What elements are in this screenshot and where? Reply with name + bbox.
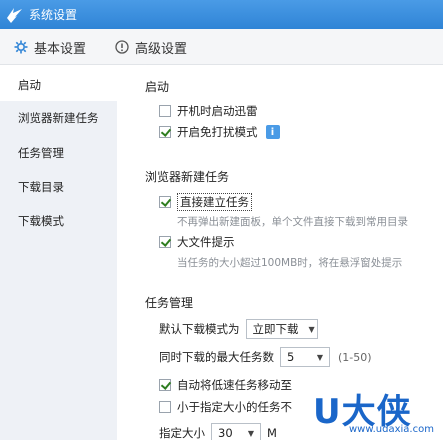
sidebar-item-download-mode[interactable]: 下载模式 [0,205,117,237]
option-direct-create-task-label: 直接建立任务 [177,193,252,211]
sidebar-item-task-management[interactable]: 任务管理 [0,137,117,169]
title-bar: 系统设置 [0,0,443,29]
specified-size-select[interactable]: 30 ▼ [211,423,261,440]
row-max-tasks: 同时下载的最大任务数 5 ▼ (1-50) [159,347,372,367]
chevron-down-icon: ▼ [247,428,254,438]
thunder-bird-logo-icon [7,7,22,23]
max-tasks-label: 同时下载的最大任务数 [159,350,274,364]
sidebar-item-browser-task[interactable]: 浏览器新建任务 [0,102,117,134]
row-specified-size: 指定大小 30 ▼ M [159,423,277,440]
checkbox-do-not-disturb[interactable] [159,126,171,138]
max-tasks-select[interactable]: 5 ▼ [280,347,330,367]
settings-tab-bar: 基本设置 高级设置 [0,29,443,65]
default-mode-label: 默认下载模式为 [159,322,240,336]
checkbox-large-file-prompt[interactable] [159,236,171,248]
option-large-file-prompt-label: 大文件提示 [177,235,235,249]
default-mode-value: 立即下载 [252,322,299,336]
checkbox-auto-start[interactable] [159,105,171,117]
specified-size-label: 指定大小 [159,426,205,440]
max-tasks-range: (1-50) [338,350,372,364]
option-direct-create-task[interactable]: 直接建立任务 [159,193,252,211]
sidebar: 启动 浏览器新建任务 任务管理 下载目录 下载模式 [0,65,117,440]
option-auto-move-slow-tasks[interactable]: 自动将低速任务移动至 [159,377,292,393]
checkbox-small-task[interactable] [159,401,171,413]
sidebar-item-download-directory[interactable]: 下载目录 [0,171,117,203]
option-do-not-disturb[interactable]: 开启免打扰模式 i [159,124,280,140]
checkbox-direct-create-task[interactable] [159,196,171,208]
info-icon[interactable]: i [265,125,280,139]
option-large-file-prompt[interactable]: 大文件提示 [159,234,235,250]
info-circle-icon [115,40,129,54]
option-do-not-disturb-label: 开启免打扰模式 [177,125,258,139]
max-tasks-value: 5 [287,350,295,364]
specified-size-unit: M [267,426,277,440]
gear-icon [14,40,28,54]
option-small-task-label: 小于指定大小的任务不 [177,400,292,414]
tab-basic-settings[interactable]: 基本设置 [14,29,86,65]
section-title-browser-task: 浏览器新建任务 [145,170,230,184]
hint-large-file-prompt: 当任务的大小超过100MB时，将在悬浮窗处提示 [177,257,403,269]
watermark-logo: U大侠 www.udaxia.com [313,384,439,438]
option-auto-move-slow-tasks-label: 自动将低速任务移动至 [177,378,292,392]
option-auto-start[interactable]: 开机时启动迅雷 [159,103,258,119]
option-small-task[interactable]: 小于指定大小的任务不 [159,399,292,415]
tab-basic-settings-label: 基本设置 [34,41,87,57]
watermark-url: www.udaxia.com [349,424,434,435]
sidebar-item-startup[interactable]: 启动 [0,69,117,101]
checkbox-auto-move-slow-tasks[interactable] [159,379,171,391]
chevron-down-icon: ▼ [308,324,315,334]
hint-direct-create-task: 不再弹出新建面板，单个文件直接下载到常用目录 [177,216,408,228]
default-mode-select[interactable]: 立即下载 ▼ [245,319,318,339]
specified-size-value: 30 [218,426,233,440]
option-auto-start-label: 开机时启动迅雷 [177,104,258,118]
chevron-down-icon: ▼ [316,352,323,362]
tab-advanced-settings[interactable]: 高级设置 [115,29,187,65]
window-title: 系统设置 [29,8,78,22]
section-title-startup: 启动 [145,80,170,94]
section-title-task-management: 任务管理 [145,296,194,310]
row-default-download-mode: 默认下载模式为 立即下载 ▼ [159,319,318,339]
tab-advanced-settings-label: 高级设置 [135,41,188,57]
